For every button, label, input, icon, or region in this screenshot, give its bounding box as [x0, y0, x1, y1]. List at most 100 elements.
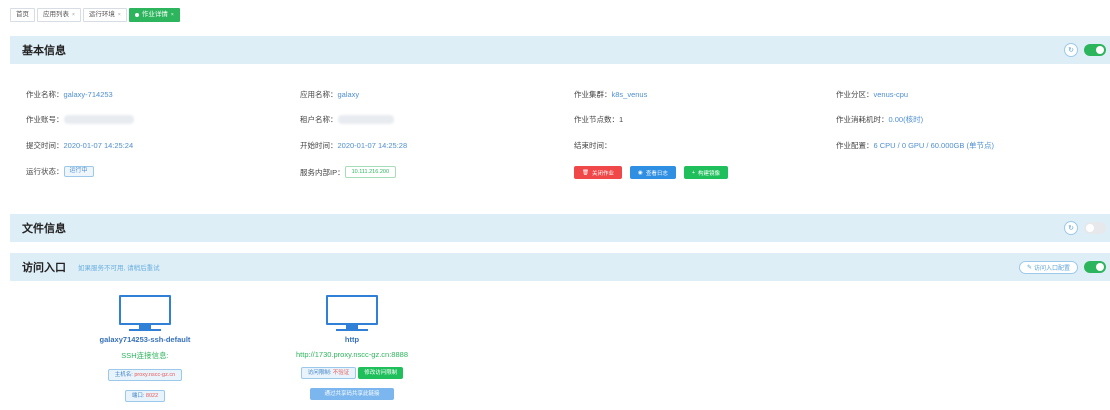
breadcrumb-tabs: 首页 应用列表 × 运行环境 × 作业详情 × [10, 8, 180, 22]
end-time-field: 结束时间： [574, 140, 612, 151]
ssh-host-value: proxy.nscc-gz.cn [134, 372, 176, 378]
nodes-label: 作业节点数： [574, 115, 619, 124]
access-entry-toggle[interactable] [1084, 261, 1106, 273]
job-name-value: galaxy-714253 [63, 90, 113, 99]
access-entry-title: 访问入口 [22, 262, 66, 274]
access-entry-hint: 如果服务不可用, 请稍后重试 [78, 265, 160, 272]
partition-value: venus-cpu [873, 90, 909, 99]
close-icon[interactable]: × [171, 9, 174, 21]
nodes-field: 作业节点数： 1 [574, 114, 623, 125]
elapsed-label: 作业消耗机时： [836, 115, 889, 124]
refresh-icon[interactable]: ↻ [1064, 43, 1078, 57]
monitor-icon [119, 295, 171, 331]
close-job-label: 关闭作业 [591, 170, 614, 177]
http-restrict-value: 不验证 [332, 370, 350, 376]
close-icon[interactable]: × [72, 9, 75, 21]
ssh-host-pill[interactable]: 主机名: proxy.nscc-gz.cn [107, 369, 183, 381]
submit-time-value: 2020-01-07 14:25:24 [63, 141, 134, 150]
edit-icon: ✎ [1026, 264, 1032, 271]
config-field: 作业配置： 6 CPU / 0 GPU / 60.000GB (单节点) [836, 140, 994, 151]
ssh-host-row: 主机名: proxy.nscc-gz.cn [45, 369, 245, 381]
status-label: 运行状态： [26, 167, 64, 176]
app-name-value: galaxy [337, 90, 360, 99]
ssh-port-label: 端口: [131, 393, 145, 399]
file-info-toggle[interactable] [1084, 222, 1106, 234]
plus-icon: + [691, 169, 696, 176]
tenant-field: 租户名称： [300, 114, 394, 125]
app-name-field: 应用名称： galaxy [300, 89, 359, 100]
access-entry-header: 访问入口 如果服务不可用, 请稍后重试 ✎ 访问入口配置 [10, 253, 1110, 281]
close-job-button[interactable]: 🗑 关闭作业 [574, 166, 622, 179]
build-image-label: 构建镜像 [698, 170, 721, 177]
http-share-row: 通过共享码共享此链接 [252, 388, 452, 400]
view-log-button[interactable]: ◉ 查看日志 [630, 166, 676, 179]
access-config-button[interactable]: ✎ 访问入口配置 [1018, 260, 1078, 274]
tenant-value-redacted [337, 115, 394, 124]
http-restrict-label: 访问限制: [307, 370, 332, 376]
tab-job-detail-label: 作业详情 [141, 11, 168, 18]
tab-app-list[interactable]: 应用列表 × [37, 8, 81, 22]
cluster-value: k8s_venus [611, 90, 648, 99]
active-dot-icon [134, 13, 139, 17]
basic-info-toggle[interactable] [1084, 44, 1106, 56]
ssh-port-row: 端口: 8022 [45, 390, 245, 402]
modify-restrict-button[interactable]: 修改访问限制 [358, 367, 404, 379]
tab-home-label: 首页 [16, 11, 29, 18]
account-field: 作业账号： [26, 114, 134, 125]
ssh-entry-subtitle: SSH连接信息: [121, 351, 169, 360]
ssh-port-value: 8022 [145, 393, 159, 399]
elapsed-value: 0.00(核时) [888, 115, 924, 124]
file-info-controls: ↻ [1064, 214, 1106, 242]
trash-icon: 🗑 [582, 169, 589, 176]
file-info-header: 文件信息 ↻ [10, 214, 1110, 242]
tab-runtime-env[interactable]: 运行环境 × [82, 8, 127, 22]
ssh-port-pill[interactable]: 端口: 8022 [124, 390, 166, 402]
nodes-value: 1 [619, 115, 624, 124]
basic-info-controls: ↻ [1064, 36, 1106, 64]
start-time-value: 2020-01-07 14:25:28 [337, 141, 408, 150]
config-label: 作业配置： [836, 141, 874, 150]
access-config-label: 访问入口配置 [1033, 265, 1070, 272]
monitor-icon [326, 295, 378, 331]
partition-label: 作业分区： [836, 90, 874, 99]
close-icon[interactable]: × [118, 9, 121, 21]
tab-app-list-label: 应用列表 [43, 11, 69, 18]
ip-label: 服务内部IP： [300, 167, 345, 177]
http-entry-url[interactable]: http://1730.proxy.nscc-gz.cn:8888 [252, 350, 452, 359]
access-entry-controls: ✎ 访问入口配置 [1018, 253, 1106, 281]
http-entry-name: http [344, 335, 360, 344]
view-log-label: 查看日志 [645, 170, 668, 177]
access-entry-ssh[interactable]: galaxy714253-ssh-default SSH连接信息: 主机名: p… [45, 295, 245, 402]
tab-home[interactable]: 首页 [10, 8, 35, 22]
basic-info-panel: 作业名称： galaxy-714253 应用名称： galaxy 作业集群： k8s_… [10, 64, 1110, 206]
account-label: 作业账号： [26, 115, 64, 124]
tenant-label: 租户名称： [300, 115, 338, 124]
ip-value: 10.111.216.200 [344, 166, 397, 178]
account-value-redacted [63, 115, 134, 124]
ssh-entry-name: galaxy714253-ssh-default [99, 335, 191, 344]
tab-job-detail[interactable]: 作业详情 × [128, 8, 180, 22]
http-restrict-row: 访问限制: 不验证 修改访问限制 [252, 367, 452, 379]
cluster-label: 作业集群： [574, 90, 612, 99]
share-link-button[interactable]: 通过共享码共享此链接 [310, 388, 394, 400]
ssh-host-label: 主机名: [114, 372, 133, 378]
elapsed-field: 作业消耗机时： 0.00(核时) [836, 114, 923, 125]
file-info-title: 文件信息 [22, 223, 66, 235]
config-value: 6 CPU / 0 GPU / 60.000GB (单节点) [873, 141, 994, 150]
end-time-label: 结束时间： [574, 141, 612, 150]
tab-runtime-env-label: 运行环境 [88, 11, 115, 18]
cluster-field: 作业集群： k8s_venus [574, 89, 647, 100]
submit-time-label: 提交时间： [26, 141, 64, 150]
status-badge: 运行中 [63, 166, 94, 177]
job-name-field: 作业名称： galaxy-714253 [26, 89, 113, 100]
build-image-button[interactable]: + 构建镜像 [683, 166, 729, 179]
start-time-field: 开始时间： 2020-01-07 14:25:28 [300, 140, 407, 151]
job-actions: 🗑 关闭作业 ◉ 查看日志 + 构建镜像 [574, 166, 729, 179]
job-name-label: 作业名称： [26, 90, 64, 99]
access-entry-http[interactable]: http http://1730.proxy.nscc-gz.cn:8888 访… [252, 295, 452, 400]
basic-info-title: 基本信息 [22, 45, 66, 57]
submit-time-field: 提交时间： 2020-01-07 14:25:24 [26, 140, 133, 151]
http-restrict-pill: 访问限制: 不验证 [300, 367, 357, 379]
partition-field: 作业分区： venus-cpu [836, 89, 908, 100]
refresh-icon[interactable]: ↻ [1064, 221, 1078, 235]
